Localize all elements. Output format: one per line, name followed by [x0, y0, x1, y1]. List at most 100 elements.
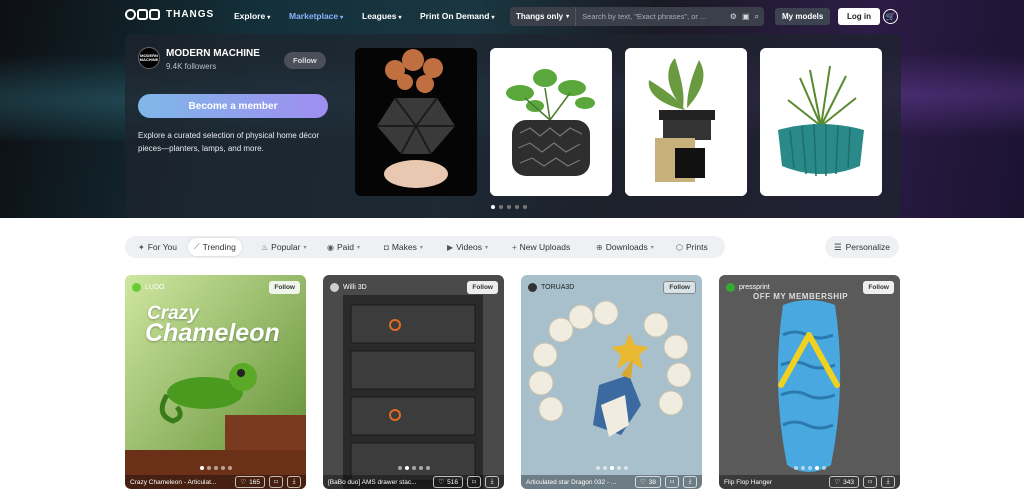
like-button[interactable]: ♡ 165: [235, 476, 265, 488]
nav-explore[interactable]: Explore ▾: [234, 11, 270, 21]
download-icon[interactable]: ⤓: [287, 476, 301, 488]
bookmark-icon[interactable]: ⌑: [269, 476, 283, 488]
like-button[interactable]: ♡ 516: [433, 476, 463, 488]
carousel-image-1[interactable]: [355, 48, 477, 196]
card-follow-button[interactable]: Follow: [269, 281, 300, 294]
card-follow-button[interactable]: Follow: [663, 281, 696, 294]
feed-filter-bar: ✦ For You ⟋ Trending ♨ Popular ▾ ◉ Paid ▾ ◘ Mak…: [125, 236, 725, 258]
search-icon[interactable]: ⌕: [755, 12, 759, 22]
model-card[interactable]: LUDO Follow Crazy Chameleon Crazy Chamel…: [125, 275, 306, 489]
bookmark-icon[interactable]: ⌑: [467, 476, 481, 488]
cart-icon[interactable]: 🛒: [883, 9, 898, 24]
filter-for-you[interactable]: ✦ For You: [132, 238, 183, 256]
chevron-down-icon: ▾: [340, 15, 344, 21]
model-image-drawers: [323, 275, 504, 489]
model-image-dragon: [521, 275, 702, 489]
coin-icon: ◉: [327, 242, 334, 252]
search-scope-select[interactable]: Thangs only ▾: [510, 7, 577, 26]
chevron-down-icon: ▾: [485, 244, 489, 251]
login-button[interactable]: Log in: [838, 8, 880, 25]
bookmark-icon[interactable]: ⌑: [665, 476, 679, 488]
carousel-image-2[interactable]: [490, 48, 612, 196]
creator-name[interactable]: MODERN MACHINE: [166, 48, 260, 59]
image-search-icon[interactable]: ▣: [742, 12, 750, 21]
card-creator[interactable]: pressprint: [726, 283, 770, 292]
carousel-dot[interactable]: [491, 205, 495, 209]
download-circle-icon: ⊕: [596, 242, 603, 252]
heart-icon: ♡: [240, 479, 247, 486]
download-icon[interactable]: ⤓: [485, 476, 499, 488]
carousel-image-3[interactable]: [625, 48, 747, 196]
chevron-down-icon: ▾: [398, 15, 402, 21]
chevron-down-icon: ▾: [357, 244, 361, 251]
search-input[interactable]: [576, 12, 730, 21]
carousel-dot[interactable]: [523, 205, 527, 209]
download-icon[interactable]: ⤓: [683, 476, 697, 488]
bookmark-icon[interactable]: ⌑: [863, 476, 877, 488]
creator-avatar: [330, 283, 339, 292]
filter-paid[interactable]: ◉ Paid ▾: [321, 238, 366, 256]
card-title[interactable]: Crazy Chameleon - Articulat...: [130, 479, 231, 486]
card-image-dots: [125, 466, 306, 470]
card-title[interactable]: [BaBo duo] AMS drawer stac...: [328, 479, 429, 486]
creator-description: Explore a curated selection of physical …: [138, 131, 319, 153]
become-member-button[interactable]: Become a member: [138, 94, 328, 118]
card-footer: Flip Flop Hanger ♡ 343 ⌑ ⤓: [719, 475, 900, 489]
thangs-logo[interactable]: THANGS: [125, 9, 214, 20]
card-image-dots: [521, 466, 702, 470]
sliders-icon[interactable]: ⚙: [730, 12, 737, 21]
my-models-button[interactable]: My models: [775, 8, 831, 25]
nav-marketplace[interactable]: Marketplace ▾: [289, 11, 343, 21]
carousel-dot[interactable]: [515, 205, 519, 209]
sliders-icon: ☰: [834, 241, 842, 252]
chevron-down-icon: ▾: [303, 244, 307, 251]
top-nav: THANGS Explore ▾ Marketplace ▾ Leagues ▾ Pr…: [0, 0, 1024, 33]
card-title[interactable]: Flip Flop Hanger: [724, 479, 825, 486]
card-creator[interactable]: TORUA3D: [528, 283, 574, 292]
filter-makes[interactable]: ◘ Makes ▾: [378, 238, 429, 256]
camera-icon: ◘: [384, 242, 389, 252]
card-follow-button[interactable]: Follow: [467, 281, 498, 294]
card-follow-button[interactable]: Follow: [863, 281, 894, 294]
model-card[interactable]: TORUA3D Follow Articulated star Dragon 0…: [521, 275, 702, 489]
flame-icon: ♨: [261, 242, 269, 252]
carousel-dot[interactable]: [499, 205, 503, 209]
download-icon[interactable]: ⤓: [881, 476, 895, 488]
card-title[interactable]: Articulated star Dragon 032 - ...: [526, 479, 631, 486]
card-overlay-title-line2: Chameleon: [145, 319, 280, 347]
filter-new-uploads[interactable]: + New Uploads: [506, 238, 576, 256]
card-creator[interactable]: LUDO: [132, 283, 164, 292]
card-footer: Crazy Chameleon - Articulat... ♡ 165 ⌑ ⤓: [125, 475, 306, 489]
nav-leagues[interactable]: Leagues ▾: [362, 11, 402, 21]
filter-popular[interactable]: ♨ Popular ▾: [255, 238, 313, 256]
model-card[interactable]: pressprint Follow OFF MY MEMBERSHIP Flip…: [719, 275, 900, 489]
chevron-down-icon: ▾: [650, 244, 654, 251]
card-footer: Articulated star Dragon 032 - ... ♡ 38 ⌑ …: [521, 475, 702, 489]
like-button[interactable]: ♡ 343: [829, 476, 859, 488]
sparkle-icon: ✦: [138, 242, 145, 252]
filter-prints[interactable]: ⬡ Prints: [670, 238, 714, 256]
card-image-dots: [719, 466, 900, 470]
filter-trending[interactable]: ⟋ Trending: [188, 238, 242, 256]
model-card[interactable]: Willi 3D Follow [BaBo duo] AMS drawer st…: [323, 275, 504, 489]
heart-icon: ♡: [639, 479, 646, 486]
trend-icon: ⟋: [194, 242, 200, 251]
carousel-dot[interactable]: [507, 205, 511, 209]
personalize-button[interactable]: ☰ Personalize: [825, 236, 900, 258]
model-image-flip-flop: [719, 275, 900, 489]
box-icon: ⬡: [676, 242, 683, 252]
search-bar: Thangs only▾ ⚙ ▣ ⌕: [510, 7, 764, 26]
card-creator[interactable]: Willi 3D: [330, 283, 367, 292]
card-footer: [BaBo duo] AMS drawer stac... ♡ 516 ⌑ ⤓: [323, 475, 504, 489]
like-button[interactable]: ♡ 38: [634, 476, 661, 488]
creator-avatar[interactable]: MODERN MACHINE: [138, 47, 160, 69]
nav-print-on-demand[interactable]: Print On Demand ▾: [420, 11, 494, 21]
filter-videos[interactable]: ▶ Videos ▾: [441, 238, 494, 256]
chevron-down-icon: ▾: [566, 14, 570, 20]
creator-followers: 9.4K followers: [166, 62, 217, 71]
filter-downloads[interactable]: ⊕ Downloads ▾: [590, 238, 660, 256]
follow-button[interactable]: Follow: [284, 52, 326, 69]
creator-avatar: [132, 283, 141, 292]
creator-avatar: [528, 283, 537, 292]
carousel-image-4[interactable]: [760, 48, 882, 196]
